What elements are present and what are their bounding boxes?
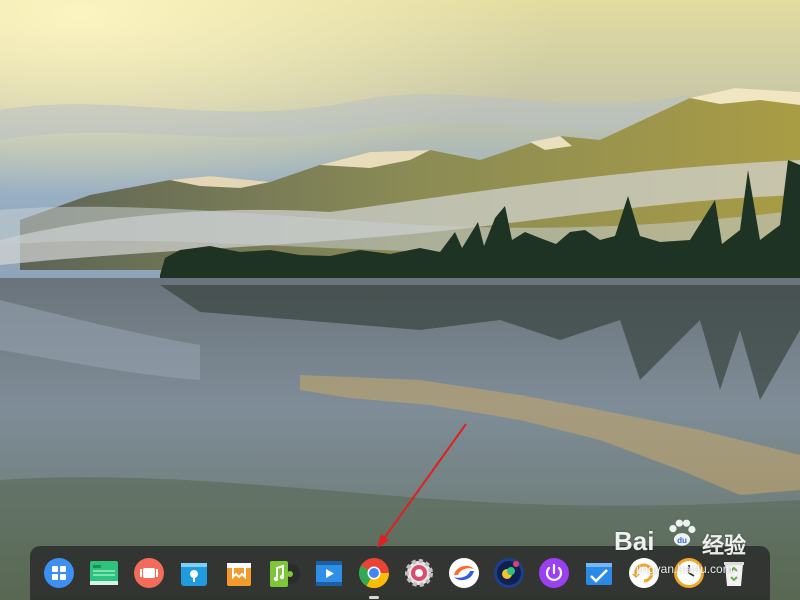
- browser-swirl-icon: [449, 558, 479, 588]
- music-icon: [270, 561, 300, 587]
- video-player-icon: [316, 561, 342, 586]
- dock-item-browser[interactable]: [447, 556, 481, 590]
- dock-item-screen-recorder[interactable]: [132, 556, 166, 590]
- app-store-icon: [181, 563, 207, 586]
- chrome-browser-icon: [358, 558, 389, 589]
- dock-item-chrome[interactable]: [357, 556, 391, 599]
- desktop: Bai du 经验 jingyan.baidu.com: [0, 0, 800, 600]
- trash-icon: [724, 562, 744, 586]
- dock-item-app-store[interactable]: [177, 556, 211, 590]
- dock-item-file-manager[interactable]: [87, 556, 121, 590]
- rotate-icon: [629, 558, 659, 588]
- dock: [30, 546, 770, 600]
- dock-item-rotate[interactable]: [627, 556, 661, 590]
- launcher-icon: [44, 558, 74, 588]
- image-viewer-icon: [494, 558, 524, 588]
- dock-item-shutdown[interactable]: [537, 556, 571, 590]
- file-manager-icon: [90, 561, 118, 585]
- dock-item-image-viewer[interactable]: [492, 556, 526, 590]
- running-indicator: [369, 596, 379, 599]
- system-monitor-icon: [586, 563, 612, 585]
- dock-item-movie[interactable]: [312, 556, 346, 590]
- dock-item-system-monitor[interactable]: [582, 556, 616, 590]
- dock-item-control-center[interactable]: [402, 556, 436, 590]
- dock-item-music[interactable]: [267, 556, 301, 590]
- dock-item-trash[interactable]: [717, 556, 751, 590]
- dock-item-store[interactable]: [222, 556, 256, 590]
- dock-item-clock[interactable]: [672, 556, 706, 590]
- power-icon: [539, 558, 569, 588]
- settings-gear-icon: [405, 559, 433, 587]
- wallpaper-image: [0, 0, 800, 600]
- clock-icon: [674, 558, 704, 588]
- store-bag-icon: [227, 563, 251, 586]
- screen-recorder-icon: [134, 558, 164, 588]
- dock-item-launcher[interactable]: [42, 556, 76, 590]
